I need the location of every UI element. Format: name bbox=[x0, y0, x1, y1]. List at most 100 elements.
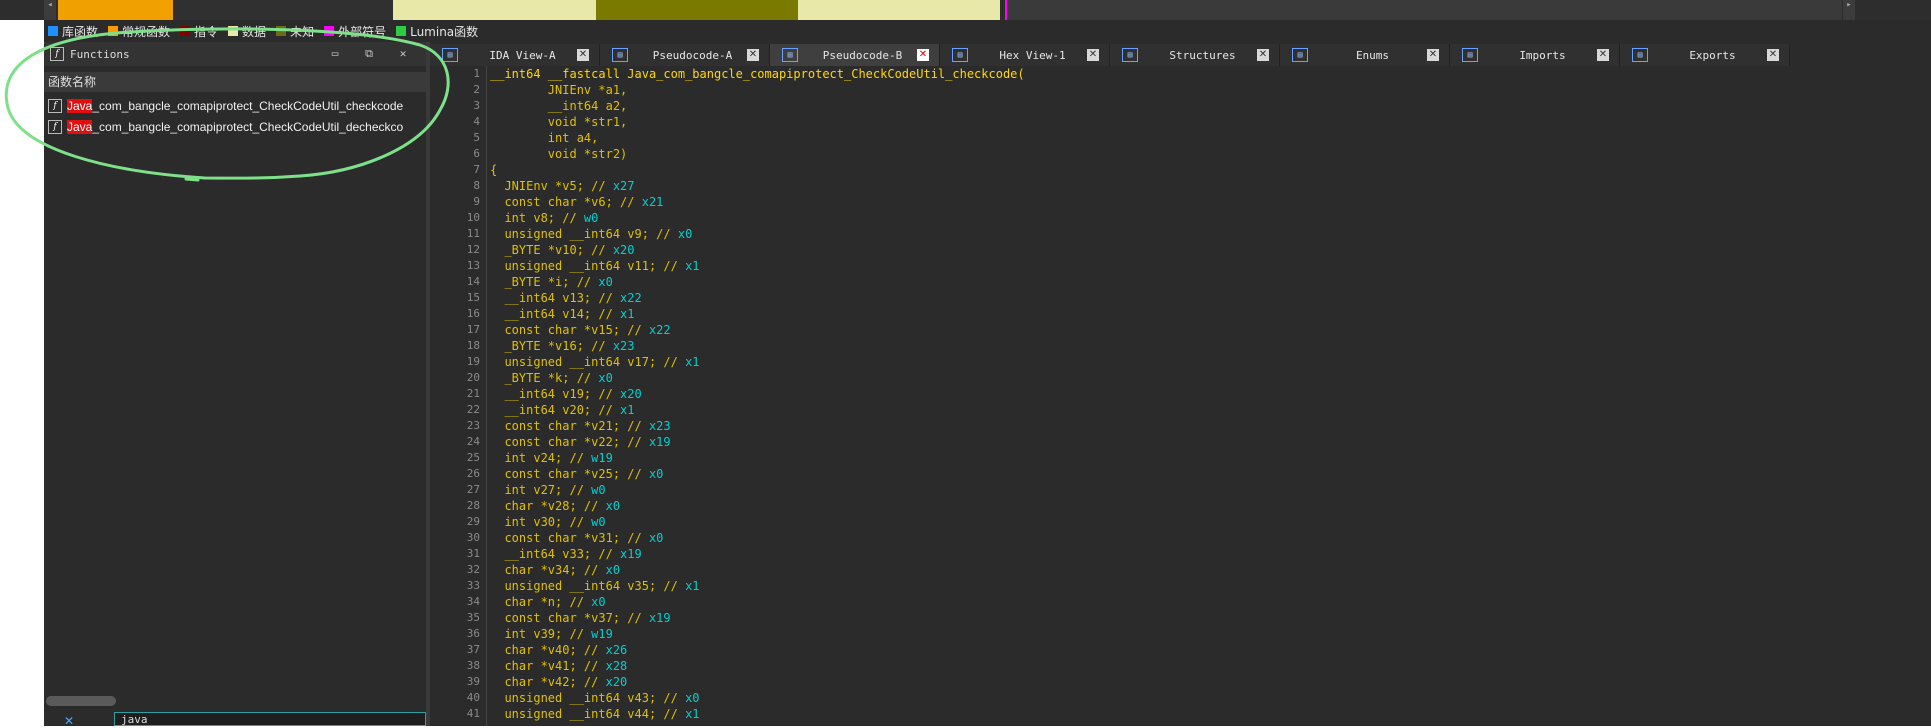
code-line[interactable]: unsigned __int64 v35; // x1 bbox=[490, 578, 699, 594]
code-line[interactable]: char *n; // x0 bbox=[490, 594, 606, 610]
code-line[interactable]: const char *v37; // x19 bbox=[490, 610, 670, 626]
code-line[interactable]: unsigned __int64 v44; // x1 bbox=[490, 706, 699, 722]
code-declaration: _BYTE *i; // bbox=[490, 275, 599, 289]
line-number: 12 bbox=[466, 243, 480, 256]
tab-ida-view-a[interactable]: ▤ IDA View-A ✕ bbox=[430, 44, 600, 66]
code-line[interactable]: char *v34; // x0 bbox=[490, 562, 620, 578]
register-comment: x19 bbox=[620, 547, 642, 561]
code-line[interactable]: JNIEnv *a1, bbox=[490, 82, 627, 98]
function-row-checkcode[interactable]: f Java _com_bangcle_comapiprotect_CheckCo… bbox=[44, 96, 426, 116]
code-line[interactable]: __int64 v33; // x19 bbox=[490, 546, 642, 562]
legend-swatch bbox=[276, 26, 287, 36]
code-line[interactable]: const char *v21; // x23 bbox=[490, 418, 670, 434]
code-line[interactable]: JNIEnv *v5; // x27 bbox=[490, 178, 634, 194]
code-line[interactable]: char *v41; // x28 bbox=[490, 658, 627, 674]
register-comment: x0 bbox=[591, 595, 606, 609]
code-line[interactable]: unsigned __int64 v17; // x1 bbox=[490, 354, 699, 370]
function-name-column-header[interactable]: 函数名称 bbox=[44, 72, 426, 92]
code-line[interactable]: const char *v31; // x0 bbox=[490, 530, 663, 546]
register-comment: x20 bbox=[620, 387, 642, 401]
code-line[interactable]: unsigned __int64 v11; // x1 bbox=[490, 258, 699, 274]
code-line[interactable]: const char *v15; // x22 bbox=[490, 322, 670, 338]
code-declaration: int v27; // bbox=[490, 483, 592, 497]
code-line[interactable]: _BYTE *v10; // x20 bbox=[490, 242, 634, 258]
line-number: 23 bbox=[466, 419, 480, 432]
tab-close-icon[interactable]: ✕ bbox=[1597, 49, 1609, 61]
restore-icon[interactable]: ▭ bbox=[328, 47, 342, 61]
code-line[interactable]: int v27; // w0 bbox=[490, 482, 605, 498]
register-comment: w19 bbox=[591, 451, 613, 465]
code-line[interactable]: _BYTE *i; // x0 bbox=[490, 274, 612, 290]
code-text: int a4, bbox=[490, 131, 599, 145]
code-line[interactable]: __int64 v19; // x20 bbox=[490, 386, 642, 402]
line-number: 1 bbox=[473, 67, 480, 80]
code-text: void *str1, bbox=[490, 115, 628, 129]
code-line[interactable]: __int64 __fastcall Java_com_bangcle_coma… bbox=[490, 66, 1025, 82]
legend-label: 外部符号 bbox=[338, 24, 387, 39]
legend-label: 常规函数 bbox=[122, 24, 171, 39]
tab-close-icon[interactable]: ✕ bbox=[1767, 49, 1779, 61]
code-line[interactable]: unsigned __int64 v9; // x0 bbox=[490, 226, 692, 242]
code-line[interactable]: int v39; // w19 bbox=[490, 626, 612, 642]
code-line[interactable]: int a4, bbox=[490, 130, 599, 146]
tab-label: IDA View-A bbox=[489, 48, 556, 62]
code-line[interactable]: int v30; // w0 bbox=[490, 514, 606, 530]
tab-close-icon[interactable]: ✕ bbox=[577, 49, 589, 61]
code-line[interactable]: { bbox=[490, 162, 497, 178]
code-line[interactable]: char *v40; // x26 bbox=[490, 642, 627, 658]
pseudocode-view[interactable]: 1 2 3 4 5 6 7 8 9 10 11 12 13 14 15 16 17 18 19 20 21 22 23 24 2… bbox=[430, 66, 1931, 726]
legend-item: 库函数 bbox=[44, 23, 98, 40]
navigation-band[interactable]: ◂ ▸ bbox=[0, 0, 1931, 20]
tab-pseudocode-a[interactable]: ▤ Pseudocode-A ✕ bbox=[600, 44, 770, 66]
line-number: 13 bbox=[466, 259, 480, 272]
register-comment: w0 bbox=[591, 515, 606, 529]
line-number: 31 bbox=[466, 547, 480, 560]
legend-swatch bbox=[396, 26, 407, 36]
register-comment: x0 bbox=[677, 227, 693, 241]
code-line[interactable]: _BYTE *v16; // x23 bbox=[490, 338, 634, 354]
function-row-decheckcode[interactable]: f Java _com_bangcle_comapiprotect_CheckCo… bbox=[44, 117, 426, 137]
tab-hex-view-1[interactable]: ▤ Hex View-1 ✕ bbox=[940, 44, 1110, 66]
float-icon[interactable]: ⧉ bbox=[362, 47, 376, 61]
code-line[interactable]: unsigned __int64 v43; // x0 bbox=[490, 690, 699, 706]
line-number: 32 bbox=[466, 563, 480, 576]
code-line[interactable]: void *str1, bbox=[490, 114, 627, 130]
tab-structures[interactable]: ▤ Structures ✕ bbox=[1110, 44, 1280, 66]
filter-input[interactable]: java bbox=[114, 712, 426, 726]
line-number: 16 bbox=[466, 307, 480, 320]
code-line[interactable]: const char *v22; // x19 bbox=[490, 434, 670, 450]
code-line[interactable]: _BYTE *k; // x0 bbox=[490, 370, 612, 386]
tab-pseudocode-b[interactable]: ▤ Pseudocode-B ✕ bbox=[770, 44, 940, 66]
tab-close-icon[interactable]: ✕ bbox=[747, 49, 759, 61]
tab-close-icon[interactable]: ✕ bbox=[1427, 49, 1439, 61]
line-number: 22 bbox=[466, 403, 480, 416]
code-line[interactable]: const char *v6; // x21 bbox=[490, 194, 663, 210]
tab-imports[interactable]: ▤ Imports ✕ bbox=[1450, 44, 1620, 66]
legend-item: 外部符号 bbox=[320, 23, 386, 40]
register-comment: x20 bbox=[605, 675, 628, 689]
register-comment: x22 bbox=[620, 291, 642, 305]
code-line[interactable]: __int64 v20; // x1 bbox=[490, 402, 634, 418]
code-line[interactable]: __int64 v14; // x1 bbox=[490, 306, 634, 322]
code-line[interactable]: __int64 a2, bbox=[490, 98, 627, 114]
code-line[interactable]: void *str2) bbox=[490, 146, 627, 162]
code-line[interactable]: const char *v25; // x0 bbox=[490, 466, 663, 482]
tab-close-icon[interactable]: ✕ bbox=[1087, 49, 1099, 61]
tab-enums[interactable]: ▤ Enums ✕ bbox=[1280, 44, 1450, 66]
tab-exports[interactable]: ▤ Exports ✕ bbox=[1620, 44, 1790, 66]
code-line[interactable]: int v8; // w0 bbox=[490, 210, 598, 226]
code-line[interactable]: char *v42; // x20 bbox=[490, 674, 627, 690]
legend-label: 未知 bbox=[290, 24, 315, 39]
code-line[interactable]: char *v28; // x0 bbox=[490, 498, 620, 514]
tab-close-icon[interactable]: ✕ bbox=[1257, 49, 1269, 61]
horizontal-scrollbar[interactable] bbox=[46, 696, 116, 706]
tab-close-icon[interactable]: ✕ bbox=[917, 49, 929, 61]
register-comment: x0 bbox=[605, 563, 621, 577]
code-line[interactable]: int v24; // w19 bbox=[490, 450, 613, 466]
close-icon[interactable]: ✕ bbox=[396, 47, 410, 61]
nav-right-arrow-icon[interactable]: ▸ bbox=[1843, 0, 1855, 20]
line-number: 21 bbox=[466, 387, 480, 400]
line-number: 20 bbox=[466, 371, 480, 384]
code-line[interactable]: __int64 v13; // x22 bbox=[490, 290, 642, 306]
nav-left-arrow-icon[interactable]: ◂ bbox=[44, 0, 56, 20]
